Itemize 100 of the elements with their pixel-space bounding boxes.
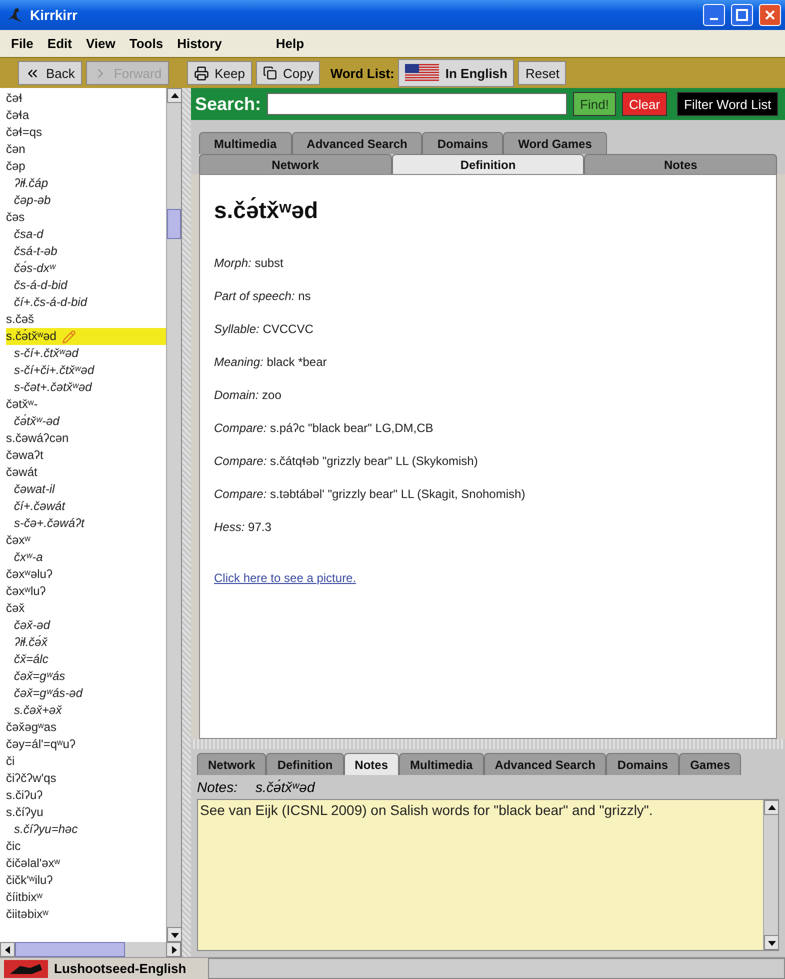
language-button[interactable]: In English [398, 59, 514, 87]
copy-icon [262, 66, 277, 80]
dictionary-name: Lushootseed-English [54, 961, 186, 976]
word-list-item[interactable]: čəɬ [6, 90, 166, 107]
definition-field: Part of speech: ns [214, 289, 762, 303]
scrollbar-thumb[interactable] [167, 209, 181, 239]
word-list-item[interactable]: čən [6, 141, 166, 158]
close-icon [764, 9, 776, 21]
word-list-item[interactable]: čəx̌ [6, 600, 166, 617]
word-list-item[interactable]: čəxʷ [6, 532, 166, 549]
word-list-item[interactable]: ʔiɬ.čáp [6, 175, 166, 192]
search-field[interactable] [267, 93, 568, 115]
maximize-icon [736, 9, 748, 21]
notes-headword: s.čə́tx̌ʷəd [255, 779, 315, 795]
tab[interactable]: Multimedia [399, 753, 484, 775]
word-list-item[interactable]: s-čí+či+.čtx̌ʷəd [6, 362, 166, 379]
maximize-button[interactable] [731, 4, 753, 26]
tab[interactable]: Definition [392, 154, 584, 174]
word-list-item[interactable]: čəwaʔt [6, 447, 166, 464]
menu-item[interactable]: Edit [47, 36, 72, 51]
word-list-item[interactable]: čs-á-d-bid [6, 277, 166, 294]
copy-button[interactable]: Copy [256, 61, 320, 85]
word-list-item[interactable]: ʔiɬ.čə́x̌ [6, 634, 166, 651]
tab[interactable]: Network [197, 753, 266, 775]
headword: s.čə́tx̌ʷəd [214, 197, 320, 224]
word-list-item[interactable]: či [6, 753, 166, 770]
definition-field: Morph: subst [214, 256, 762, 270]
tab[interactable]: Multimedia [199, 132, 292, 154]
word-list-item[interactable]: čiʔčʔw'qs [6, 770, 166, 787]
tab[interactable]: Network [199, 154, 392, 174]
word-list-item[interactable]: čətx̌ʷ- [6, 396, 166, 413]
word-list-item[interactable]: s-čət+.čətx̌ʷəd [6, 379, 166, 396]
tab[interactable]: Notes [344, 753, 400, 775]
word-list-item[interactable]: čəx̌-əd [6, 617, 166, 634]
tab[interactable]: Domains [606, 753, 680, 775]
splitter-handle[interactable] [182, 88, 191, 957]
tab[interactable]: Advanced Search [484, 753, 606, 775]
word-list-item[interactable]: čsá-t-əb [6, 243, 166, 260]
word-list-item[interactable]: číitbixʷ [6, 889, 166, 906]
tab[interactable]: Definition [266, 753, 344, 775]
word-list-item[interactable]: čəwát [6, 464, 166, 481]
word-list-item[interactable]: s-čí+.čtx̌ʷəd [6, 345, 166, 362]
printer-icon [194, 66, 209, 80]
minimize-button[interactable] [703, 4, 725, 26]
word-list-item[interactable]: čəɬa [6, 107, 166, 124]
search-action-button[interactable]: Find! [573, 92, 616, 116]
menu-item[interactable]: View [86, 36, 116, 51]
tab[interactable]: Word Games [503, 132, 607, 154]
notes-label: Notes: [197, 779, 238, 795]
scrollbar-thumb[interactable] [15, 942, 125, 957]
search-action-button[interactable]: Filter Word List [677, 92, 778, 116]
word-list-item[interactable]: s.čəx̌+əx̌ [6, 702, 166, 719]
word-list-item[interactable]: čəɬ=qs [6, 124, 166, 141]
word-list-item[interactable]: čəs [6, 209, 166, 226]
word-list-item[interactable]: čəp-əb [6, 192, 166, 209]
word-list-item[interactable]: čí+.čəwát [6, 498, 166, 515]
word-list-item[interactable]: čəx̌əgʷas [6, 719, 166, 736]
word-list-item[interactable]: čí+.čs-á-d-bid [6, 294, 166, 311]
tab[interactable]: Notes [584, 154, 778, 174]
flag-icon [405, 64, 440, 82]
word-list-item[interactable]: s.čəš [6, 311, 166, 328]
word-list-item[interactable]: čəxʷluʔ [6, 583, 166, 600]
word-list-item[interactable]: čə́s-dxʷ [6, 260, 166, 277]
word-list-item[interactable]: čičk'ʷiluʔ [6, 872, 166, 889]
word-list-item[interactable]: s.číʔyu=həc [6, 821, 166, 838]
word-list-item[interactable]: s.čiʔuʔ [6, 787, 166, 804]
word-list-item[interactable]: čx̌=álc [6, 651, 166, 668]
word-list-item[interactable]: čəxʷəluʔ [6, 566, 166, 583]
word-list-item[interactable]: čəx̌=gʷás-əd [6, 685, 166, 702]
word-list-item[interactable]: čsa-d [6, 226, 166, 243]
word-list-item[interactable]: s.čəwáʔcən [6, 430, 166, 447]
close-button[interactable] [759, 4, 781, 26]
word-list-item[interactable]: čəy=ál'=qʷuʔ [6, 736, 166, 753]
back-button[interactable]: Back [18, 61, 82, 85]
tab[interactable]: Advanced Search [292, 132, 422, 154]
word-list-item[interactable]: čiitəbixʷ [6, 906, 166, 923]
word-list-item[interactable]: čxʷ-a [6, 549, 166, 566]
word-list-item[interactable]: čəp [6, 158, 166, 175]
word-list-item[interactable]: čəwat-il [6, 481, 166, 498]
word-list-item[interactable]: s.číʔyu [6, 804, 166, 821]
word-list-item[interactable]: s.čə́tx̌ʷəd [6, 328, 166, 345]
keep-button[interactable]: Keep [186, 61, 252, 85]
tab[interactable]: Games [679, 753, 742, 775]
menu-item[interactable]: File [11, 36, 34, 51]
menu-item[interactable]: Help [276, 36, 304, 51]
tab[interactable]: Domains [422, 132, 504, 154]
splitter-handle[interactable] [191, 739, 785, 749]
window-title: Kirrkirr [30, 7, 78, 23]
minimize-icon [710, 18, 718, 20]
word-list-item[interactable]: čə́tx̌ʷ-əd [6, 413, 166, 430]
reset-button[interactable]: Reset [518, 61, 566, 85]
word-list-item[interactable]: s-čə+.čəwáʔt [6, 515, 166, 532]
search-label: Search: [195, 94, 262, 114]
search-action-button[interactable]: Clear [622, 92, 668, 116]
menu-item[interactable]: History [177, 36, 222, 51]
word-list-item[interactable]: čičəlal'əxʷ [6, 855, 166, 872]
word-list-item[interactable]: čic [6, 838, 166, 855]
menu-item[interactable]: Tools [129, 36, 164, 51]
word-list-item[interactable]: čəx̌=gʷás [6, 668, 166, 685]
picture-link[interactable]: Click here to see a picture. [214, 571, 762, 585]
